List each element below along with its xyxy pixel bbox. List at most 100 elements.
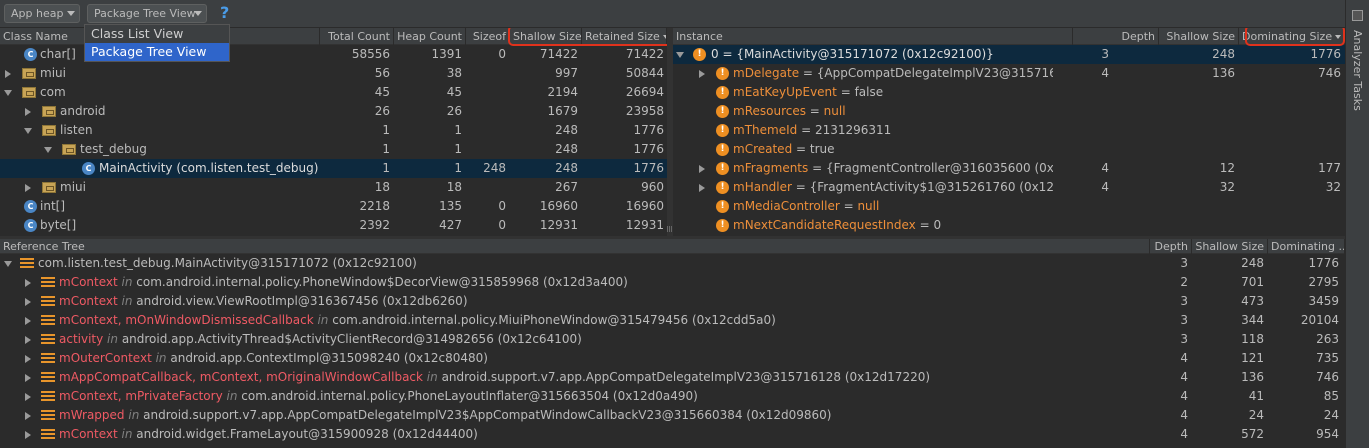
menu-item-class-list-view[interactable]: Class List View bbox=[85, 25, 229, 43]
heap-count: 1391 bbox=[431, 47, 462, 61]
reference-row[interactable]: mWrapped in android.support.v7.app.AppCo… bbox=[0, 406, 1345, 425]
expand-icon[interactable] bbox=[25, 355, 31, 363]
reference-row[interactable]: activity in android.app.ActivityThread$A… bbox=[0, 330, 1345, 349]
shallow-size: 136 bbox=[1212, 66, 1235, 80]
menu-item-package-tree-view[interactable]: Package Tree View bbox=[85, 43, 229, 61]
instance-row[interactable]: ! mHandler = {FragmentActivity$1@3152617… bbox=[673, 178, 1345, 197]
column-sizeof[interactable]: Sizeof bbox=[466, 28, 510, 45]
instance-row[interactable]: ! mFragments = {FragmentController@31603… bbox=[673, 159, 1345, 178]
dominating-size: 1776 bbox=[1308, 256, 1339, 270]
reference-row[interactable]: mContext in android.widget.FrameLayout@3… bbox=[0, 425, 1345, 444]
expand-icon[interactable] bbox=[25, 298, 31, 306]
retained-size: 50844 bbox=[625, 66, 664, 80]
column-total-count[interactable]: Total Count bbox=[320, 28, 394, 45]
field-icon: ! bbox=[716, 162, 729, 175]
collapse-icon[interactable] bbox=[24, 128, 32, 134]
expand-icon[interactable] bbox=[25, 412, 31, 420]
dominating-size: 746 bbox=[1318, 66, 1341, 80]
instance-row[interactable]: ! mThemeId = 2131296311 bbox=[673, 121, 1345, 140]
expand-icon[interactable] bbox=[25, 317, 31, 325]
expand-icon[interactable] bbox=[25, 431, 31, 439]
package-icon bbox=[22, 87, 36, 98]
instance-row[interactable]: ! mMediaController = null bbox=[673, 197, 1345, 216]
instance-row[interactable]: ! mNextCandidateRequestIndex = 0 bbox=[673, 216, 1345, 235]
expand-icon[interactable] bbox=[25, 393, 31, 401]
expand-icon[interactable] bbox=[699, 165, 705, 173]
field-name: mDelegate bbox=[733, 66, 800, 80]
expand-icon[interactable] bbox=[25, 336, 31, 344]
heap-select[interactable]: App heap bbox=[4, 4, 80, 23]
collapse-icon[interactable] bbox=[4, 90, 12, 96]
instance-row-selected[interactable]: ! 0 = {MainActivity@315171072 (0x12c9210… bbox=[673, 45, 1345, 64]
analyzer-tasks-tab[interactable]: Analyzer Tasks bbox=[1351, 30, 1364, 111]
column-instance[interactable]: Instance bbox=[673, 28, 1073, 45]
field-equals: = bbox=[839, 199, 858, 213]
instance-row[interactable]: ! mEatKeyUpEvent = false bbox=[673, 83, 1345, 102]
reference-row[interactable]: mAppCompatCallback, mContext, mOriginalW… bbox=[0, 368, 1345, 387]
expand-icon[interactable] bbox=[5, 70, 11, 78]
expand-icon[interactable] bbox=[699, 70, 705, 78]
reference-target: com.android.internal.policy.PhoneWindow$… bbox=[136, 275, 628, 289]
reference-target: android.support.v7.app.AppCompatDelegate… bbox=[441, 370, 931, 384]
expand-icon[interactable] bbox=[25, 279, 31, 287]
expand-icon[interactable] bbox=[699, 184, 705, 192]
column-shallow-size[interactable]: Shallow Size bbox=[510, 28, 582, 45]
table-row-selected[interactable]: C MainActivity (com.listen.test_debug) 1… bbox=[0, 159, 667, 178]
table-row[interactable]: android 26 26 1679 23958 bbox=[0, 102, 667, 121]
reference-entry: mOuterContext in android.app.ContextImpl… bbox=[59, 349, 1144, 368]
field-value: {FragmentActivity$1@315261760 (0x12ca bbox=[809, 180, 1053, 194]
reference-root: com.listen.test_debug.MainActivity@31517… bbox=[38, 256, 417, 270]
in-keyword: in bbox=[222, 389, 242, 403]
shallow-size: 248 bbox=[1212, 47, 1235, 61]
shallow-size: 344 bbox=[1241, 313, 1264, 327]
instance-row[interactable]: ! mResources = null bbox=[673, 102, 1345, 121]
total-count: 1 bbox=[382, 142, 390, 156]
heap-count: 135 bbox=[439, 199, 462, 213]
shallow-size: 1679 bbox=[547, 104, 578, 118]
reference-row[interactable]: mContext in android.view.ViewRootImpl@31… bbox=[0, 292, 1345, 311]
table-row[interactable]: miui 56 38 997 50844 bbox=[0, 64, 667, 83]
table-row[interactable]: listen 1 1 248 1776 bbox=[0, 121, 667, 140]
column-heap-count[interactable]: Heap Count bbox=[394, 28, 466, 45]
in-keyword: in bbox=[124, 408, 144, 422]
sizeof: 0 bbox=[498, 199, 506, 213]
class-name: test_debug bbox=[80, 142, 147, 156]
table-row[interactable]: com 45 45 2194 26694 bbox=[0, 83, 667, 102]
view-select[interactable]: Package Tree View bbox=[87, 4, 207, 23]
shallow-size: 997 bbox=[555, 66, 578, 80]
heap-count: 1 bbox=[454, 161, 462, 175]
collapse-icon[interactable] bbox=[676, 52, 684, 58]
expand-icon[interactable] bbox=[25, 374, 31, 382]
table-row[interactable]: C byte[] 2392 427 0 12931 12931 bbox=[0, 216, 667, 235]
reference-target: android.widget.FrameLayout@315900928 (0x… bbox=[136, 427, 478, 441]
expand-icon[interactable] bbox=[25, 184, 31, 192]
heap-select-label: App heap bbox=[11, 7, 64, 20]
collapse-icon[interactable] bbox=[4, 261, 12, 267]
help-icon[interactable]: ? bbox=[220, 3, 229, 22]
reference-row[interactable]: mContext, mPrivateFactory in com.android… bbox=[0, 387, 1345, 406]
instance-row[interactable]: ! mCreated = true bbox=[673, 140, 1345, 159]
column-depth[interactable]: Depth bbox=[1073, 28, 1159, 45]
shallow-size: 248 bbox=[1241, 256, 1264, 270]
reference-row[interactable]: mOuterContext in android.app.ContextImpl… bbox=[0, 349, 1345, 368]
table-row[interactable]: C int[] 2218 135 0 16960 16960 bbox=[0, 197, 667, 216]
column-shallow-size[interactable]: Shallow Size bbox=[1159, 28, 1239, 45]
expand-icon[interactable] bbox=[25, 108, 31, 116]
reference-row[interactable]: mContext, mOnWindowDismissedCallback in … bbox=[0, 311, 1345, 330]
reference-row[interactable]: mContext in com.android.internal.policy.… bbox=[0, 273, 1345, 292]
instance-row[interactable]: ! mDelegate = {AppCompatDelegateImplV23@… bbox=[673, 64, 1345, 83]
column-depth[interactable]: Depth bbox=[1150, 239, 1192, 254]
table-row[interactable]: miui 18 18 267 960 bbox=[0, 178, 667, 197]
column-shallow-size[interactable]: Shallow Size bbox=[1192, 239, 1268, 254]
column-dominating-size[interactable]: Dominating ... bbox=[1268, 239, 1345, 254]
reference-root-row[interactable]: com.listen.test_debug.MainActivity@31517… bbox=[0, 254, 1345, 273]
collapse-icon[interactable] bbox=[44, 147, 52, 153]
column-retained-size[interactable]: Retained Size bbox=[582, 28, 667, 45]
table-row[interactable]: test_debug 1 1 248 1776 bbox=[0, 140, 667, 159]
reference-field: mContext, mOnWindowDismissedCallback bbox=[59, 313, 314, 327]
field-entry: mResources = null bbox=[733, 102, 846, 121]
reference-field: mContext, mPrivateFactory bbox=[59, 389, 223, 403]
field-equals: = bbox=[808, 161, 826, 175]
column-reference-tree[interactable]: Reference Tree bbox=[0, 239, 1150, 254]
column-dominating-size[interactable]: Dominating Size bbox=[1239, 28, 1345, 45]
